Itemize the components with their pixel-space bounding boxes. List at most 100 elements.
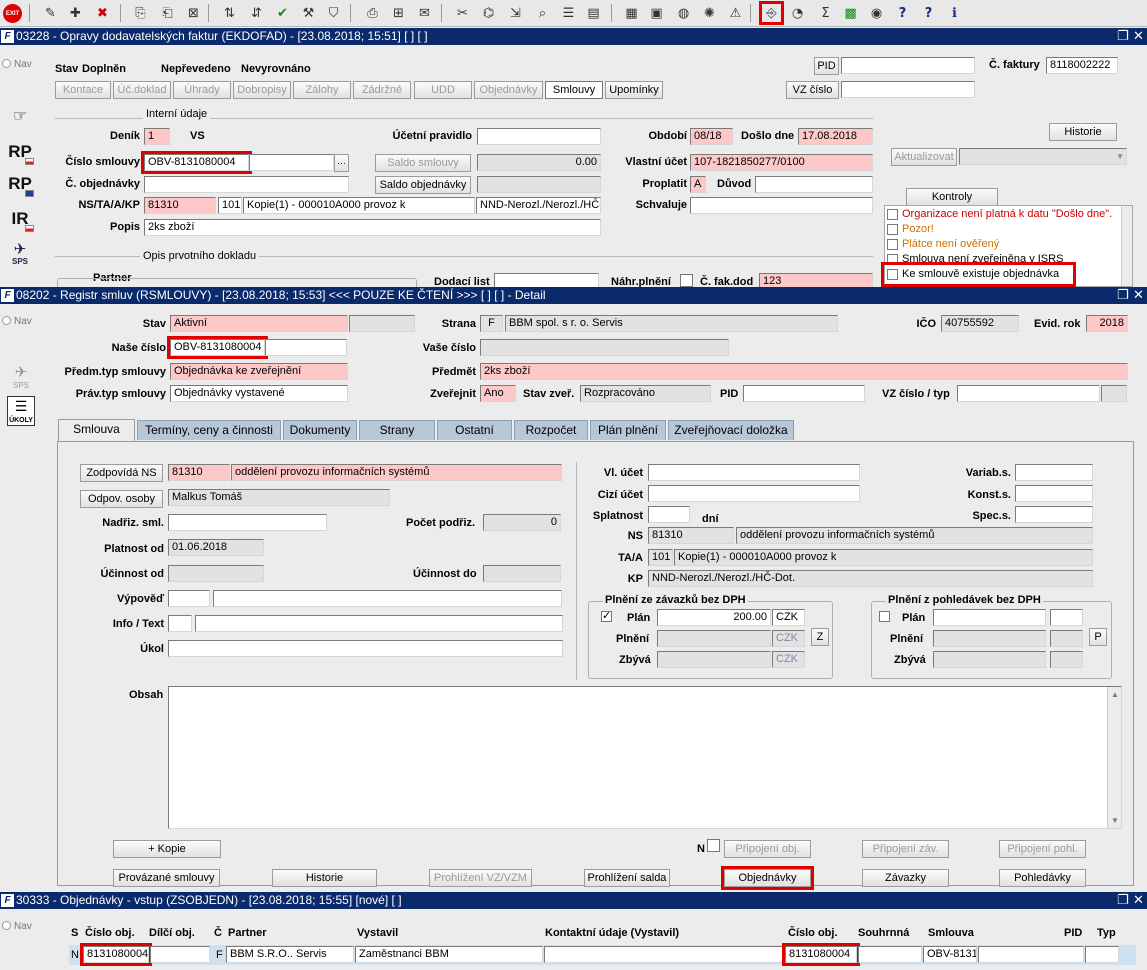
- tab-smlouvy[interactable]: Smlouvy: [545, 81, 603, 99]
- vlastni-ucet-field[interactable]: 107-1821850277/0100: [690, 154, 873, 171]
- zoom-icon[interactable]: ⌕: [532, 3, 553, 23]
- proplatit-field[interactable]: A: [690, 176, 706, 193]
- zavazky-button[interactable]: Závazky: [862, 869, 949, 887]
- tab-smlouva[interactable]: Smlouva: [58, 419, 135, 442]
- scroll-up-icon[interactable]: ▲: [1111, 687, 1119, 702]
- tab-udd[interactable]: UDD: [414, 81, 472, 99]
- window-title-bar-invoices[interactable]: F 03228 - Opravy dodavatelských faktur (…: [0, 28, 1147, 45]
- kontrola-checkbox[interactable]: [887, 239, 898, 250]
- cancel-icon[interactable]: ⊠: [183, 3, 204, 23]
- popis-field[interactable]: 2ks zboží: [144, 219, 601, 236]
- column-header[interactable]: Číslo obj.: [788, 927, 838, 939]
- ta-field[interactable]: 101: [218, 197, 242, 214]
- schvaluje-field[interactable]: [690, 197, 873, 214]
- list-alt-icon[interactable]: ▤: [583, 3, 604, 23]
- print-preview-icon[interactable]: ⊞: [388, 3, 409, 23]
- row-cislo-obj-2[interactable]: 8131080004: [782, 943, 860, 966]
- tools-icon[interactable]: ⚒: [298, 3, 319, 23]
- prohlizeni-vz-button[interactable]: Prohlížení VZ/VZM: [429, 869, 532, 887]
- nav-toggle[interactable]: Nav: [2, 59, 36, 70]
- pripojeni-zav-button[interactable]: Připojení záv.: [862, 840, 949, 858]
- scroll-down-icon[interactable]: ▼: [1111, 813, 1119, 828]
- aktualizovat-button[interactable]: Aktualizovat: [891, 148, 957, 166]
- context-help-icon[interactable]: ?: [918, 3, 939, 23]
- tab-ostatn-[interactable]: Ostatní: [437, 420, 512, 440]
- obsah-scrollbar[interactable]: ▲ ▼: [1107, 687, 1121, 828]
- cut-icon[interactable]: ✂: [452, 3, 473, 23]
- cislo-smlouvy-ext[interactable]: [249, 154, 334, 171]
- column-header[interactable]: Č: [214, 927, 222, 939]
- column-header[interactable]: Souhrnná: [858, 927, 909, 939]
- plan-pohl-checkbox[interactable]: [879, 611, 890, 622]
- column-header[interactable]: Číslo obj.: [85, 927, 135, 939]
- tab-upom-nky[interactable]: Upomínky: [605, 81, 663, 99]
- tab-term-ny-ceny-a-innosti[interactable]: Termíny, ceny a činnosti: [137, 420, 281, 440]
- kontroly-scrollbar[interactable]: [1121, 206, 1132, 286]
- close-icon[interactable]: ✕: [1133, 892, 1144, 909]
- row-cislo-obj[interactable]: 8131080004: [80, 943, 152, 966]
- tab-z-lohy[interactable]: Zálohy: [293, 81, 351, 99]
- prohlizeni-salda-button[interactable]: Prohlížení salda: [584, 869, 670, 887]
- document-link-icon[interactable]: ⎆: [759, 1, 784, 25]
- confirm-icon[interactable]: ✔: [272, 3, 293, 23]
- sps-icon[interactable]: ✈ SPS: [6, 240, 34, 268]
- tab-objedn-vky[interactable]: Objednávky: [474, 81, 543, 99]
- historie-button[interactable]: Historie: [1049, 123, 1117, 141]
- report-icon[interactable]: ▦: [621, 3, 642, 23]
- obdobi-field[interactable]: 08/18: [690, 128, 733, 145]
- rp-cz-icon[interactable]: RP: [6, 138, 34, 166]
- tab-dokumenty[interactable]: Dokumenty: [283, 420, 357, 440]
- help-icon[interactable]: ?: [892, 3, 913, 23]
- tab--hrady[interactable]: Úhrady: [173, 81, 231, 99]
- delete-icon[interactable]: ✖: [92, 3, 113, 23]
- web-icon[interactable]: ◉: [866, 3, 887, 23]
- kopie-button[interactable]: + Kopie: [113, 840, 221, 858]
- pid-button[interactable]: PID: [814, 57, 839, 75]
- window-title-bar-contracts[interactable]: F 08202 - Registr smluv (RSMLOUVY) - [23…: [0, 287, 1147, 304]
- tab--doklad[interactable]: Úč.doklad: [113, 81, 171, 99]
- kp-field[interactable]: NND-Nerozl./Nerozl./HČ-D: [476, 197, 601, 214]
- sort-desc-icon[interactable]: ⇵: [246, 3, 267, 23]
- tab-kontace[interactable]: Kontace: [55, 81, 111, 99]
- clock-icon[interactable]: ◔: [787, 3, 808, 23]
- rp-eu-icon[interactable]: RP: [6, 170, 34, 198]
- nahr-plneni-checkbox[interactable]: [680, 274, 693, 287]
- filter-icon[interactable]: ⛉: [323, 3, 344, 23]
- kontrola-checkbox[interactable]: [887, 224, 898, 235]
- print-icon[interactable]: ⎙: [362, 3, 383, 23]
- tab-z-dr-n-[interactable]: Zádržné: [353, 81, 411, 99]
- historie-button[interactable]: Historie: [272, 869, 377, 887]
- saldo-objednavky-button[interactable]: Saldo objednávky: [375, 176, 471, 194]
- close-icon[interactable]: ✕: [1133, 28, 1144, 45]
- ukoly-icon[interactable]: ☰ ÚKOLY: [7, 396, 35, 426]
- row-smlouva[interactable]: OBV-8131: [923, 946, 977, 963]
- pripojeni-obj-button[interactable]: Připojení obj.: [724, 840, 811, 858]
- column-header[interactable]: S: [71, 927, 78, 939]
- nav-toggle[interactable]: Nav: [2, 316, 36, 327]
- exit-icon[interactable]: EXIT: [3, 4, 22, 23]
- row-souhrnna[interactable]: [858, 946, 922, 963]
- hand-document-icon[interactable]: ☞: [6, 102, 34, 130]
- save-icon[interactable]: ▣: [646, 3, 667, 23]
- kontrola-checkbox[interactable]: [887, 209, 898, 220]
- p-button[interactable]: P: [1089, 628, 1107, 646]
- saldo-smlouvy-button[interactable]: Saldo smlouvy: [375, 154, 471, 172]
- tab-rozpo-et[interactable]: Rozpočet: [514, 420, 588, 440]
- row-vystavil[interactable]: Zaměstnanci BBM: [355, 946, 543, 963]
- obsah-textarea[interactable]: ▲ ▼: [168, 686, 1122, 829]
- list-icon[interactable]: ☰: [558, 3, 579, 23]
- nav-toggle[interactable]: Nav: [2, 921, 36, 932]
- excel-icon[interactable]: ▩: [840, 3, 861, 23]
- restore-icon[interactable]: ❐: [1117, 287, 1129, 304]
- cislo-smlouvy-field[interactable]: OBV-8131080004: [141, 151, 252, 174]
- restore-icon[interactable]: ❐: [1117, 28, 1129, 45]
- plan-zav-checkbox[interactable]: ✓: [601, 611, 612, 622]
- aktualizovat-select[interactable]: ▼: [959, 148, 1127, 165]
- doslo-dne-field[interactable]: 17.08.2018: [798, 128, 873, 145]
- column-header[interactable]: Kontaktní údaje (Vystavil): [545, 927, 679, 939]
- warning-icon[interactable]: ⚠: [725, 3, 746, 23]
- globe-icon[interactable]: ◍: [673, 3, 694, 23]
- pohledavky-button[interactable]: Pohledávky: [999, 869, 1086, 887]
- settings-icon[interactable]: ✺: [699, 3, 720, 23]
- odpov-osoby-button[interactable]: Odpov. osoby: [80, 490, 163, 508]
